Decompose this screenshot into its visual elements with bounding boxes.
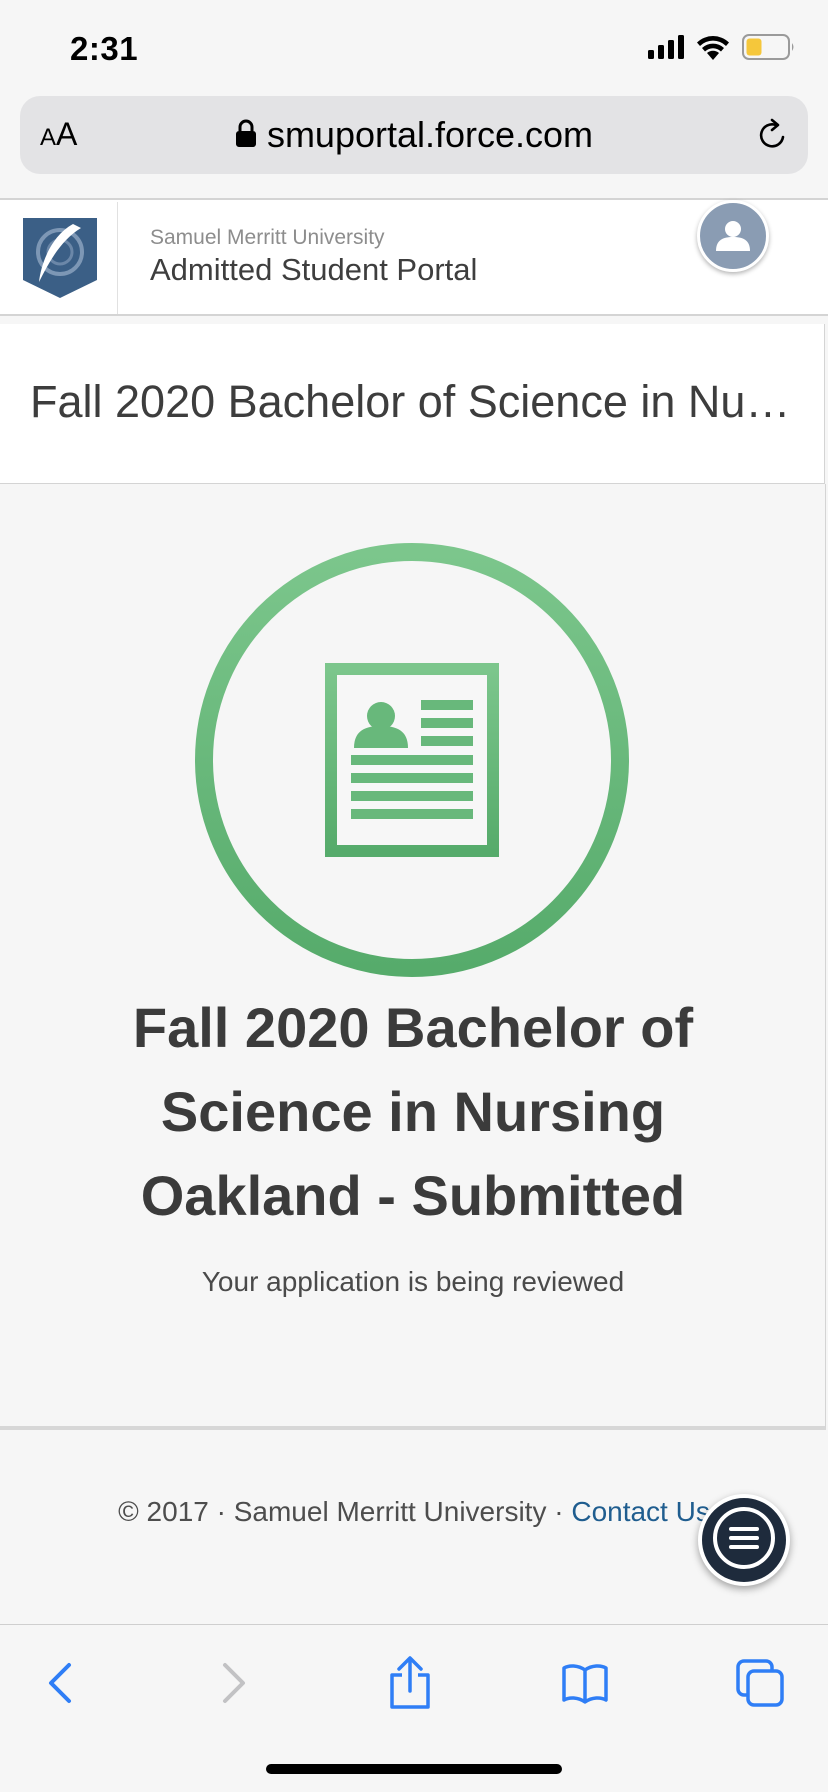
bookmarks-icon [561,1662,609,1709]
application-status-message: Your application is being reviewed [201,1266,625,1297]
home-indicator [266,1764,562,1774]
battery-icon [742,34,796,65]
application-document-icon [194,542,630,978]
program-title: Fall 2020 Bachelor of Science in Nursing… [30,376,800,427]
status-time: 2:31 [70,30,139,67]
wifi-icon [696,34,730,65]
tabs-icon [735,1658,785,1713]
user-avatar-icon[interactable] [697,200,769,272]
url-text: smuportal.force.com [266,114,594,155]
status-bar: 2:31 [0,0,828,92]
reload-icon[interactable] [754,116,792,159]
address-bar[interactable]: A A smuportal.force.com [20,96,808,174]
application-status-section: Fall 2020 Bachelor of Science in Nursing… [0,484,826,1430]
forward-icon [219,1661,249,1710]
chat-menu-icon [712,1506,776,1575]
portal-header: Samuel Merritt University Admitted Stude… [0,198,828,316]
cellular-signal-icon [648,35,684,64]
contact-us-link[interactable]: Contact Us [571,1496,710,1527]
back-button[interactable] [30,1655,90,1715]
share-icon [388,1655,432,1716]
chat-menu-button[interactable] [698,1494,790,1586]
tabs-button[interactable] [730,1655,790,1715]
forward-button[interactable] [204,1655,264,1715]
application-status-heading: Fall 2020 Bachelor of Science in Nursing… [132,996,694,1227]
bookmarks-button[interactable] [555,1655,615,1715]
program-title-card: Fall 2020 Bachelor of Science in Nursing… [0,324,825,484]
status-icons [648,34,796,65]
university-name: Samuel Merritt University [150,226,385,249]
url-display[interactable]: smuportal.force.com [20,96,808,174]
portal-name: Admitted Student Portal [150,252,478,287]
university-logo[interactable] [2,202,118,314]
lock-icon [235,119,257,152]
footer-copyright: © 2017 · Samuel Merritt University · [118,1496,572,1527]
share-button[interactable] [380,1655,440,1715]
back-icon [45,1661,75,1710]
